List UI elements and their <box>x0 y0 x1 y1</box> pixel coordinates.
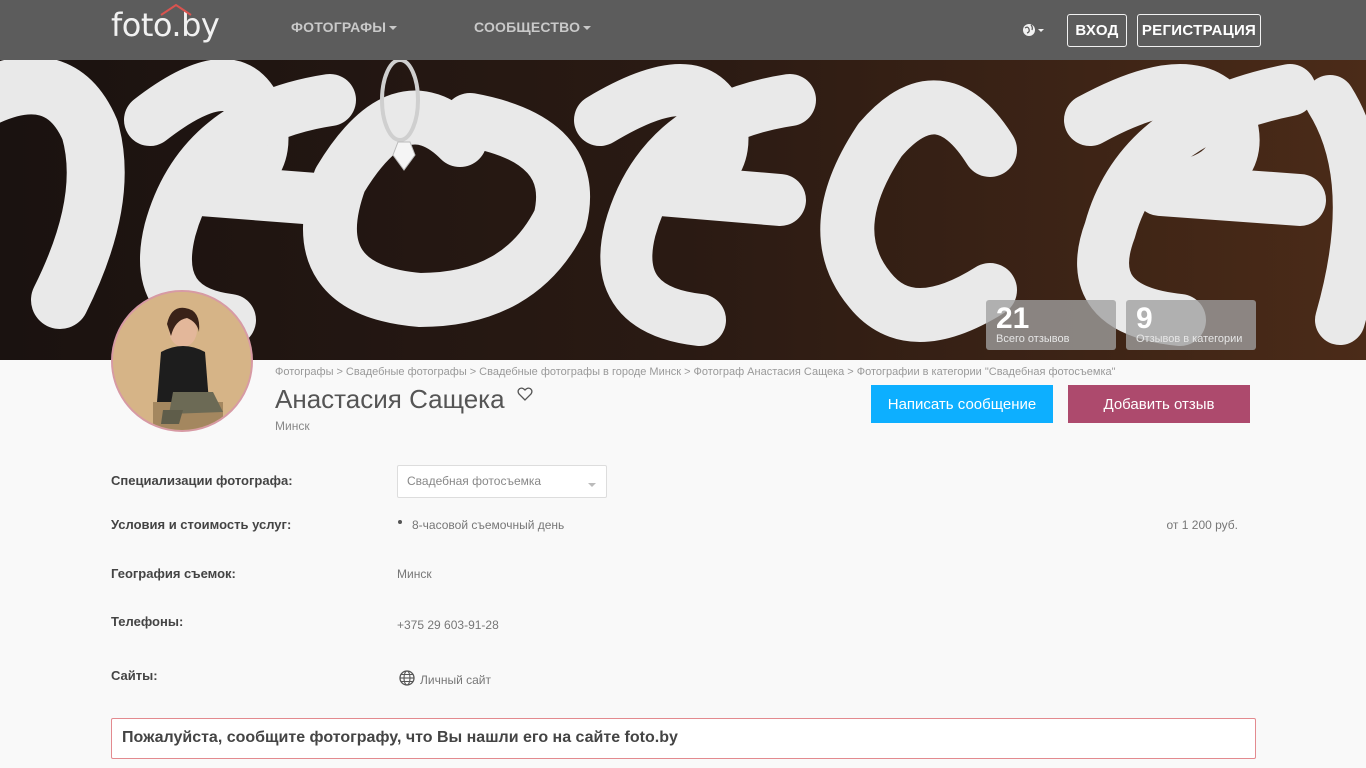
stat-total-reviews-value: 21 <box>996 302 1030 335</box>
personal-site-link[interactable]: Личный сайт <box>420 673 491 687</box>
nav-community[interactable]: СООБЩЕСТВО <box>474 19 592 35</box>
sites-label: Сайты: <box>111 668 158 683</box>
breadcrumb-separator: > <box>336 366 343 378</box>
language-globe-icon[interactable] <box>1022 21 1044 39</box>
notice-text: Пожалуйста, сообщите фотографу, что Вы н… <box>122 729 678 746</box>
geo-label: География съемок: <box>111 566 236 581</box>
terms-price: от 1 200 руб. <box>1166 518 1238 532</box>
breadcrumb-item-wedding-minsk[interactable]: Свадебные фотографы в городе Минск <box>479 366 681 378</box>
stat-total-reviews-label: Всего отзывов <box>996 333 1070 345</box>
breadcrumb-item-photographers[interactable]: Фотографы <box>275 366 333 378</box>
logo-roof-icon <box>160 4 192 16</box>
globe-icon <box>399 670 415 686</box>
add-review-button[interactable]: Добавить отзыв <box>1068 385 1250 423</box>
list-bullet <box>398 520 402 524</box>
breadcrumb-item-wedding-photographers[interactable]: Свадебные фотографы <box>346 366 467 378</box>
stat-total-reviews: 21 Всего отзывов <box>986 300 1116 350</box>
nav-photographers-label: ФОТОГРАФЫ <box>291 19 387 35</box>
photographer-name: Анастасия Сащека <box>275 384 505 414</box>
chevron-down-icon <box>389 26 398 31</box>
nav-community-label: СООБЩЕСТВО <box>474 19 581 35</box>
stat-category-reviews: 9 Отзывов в категории <box>1126 300 1256 350</box>
breadcrumb: Фотографы > Свадебные фотографы > Свадебные … <box>275 366 1116 378</box>
write-message-button[interactable]: Написать сообщение <box>871 385 1053 423</box>
register-button[interactable]: РЕГИСТРАЦИЯ <box>1137 14 1261 47</box>
chevron-down-icon <box>583 26 592 31</box>
breadcrumb-separator: > <box>469 366 477 378</box>
notice-box: Пожалуйста, сообщите фотографу, что Вы н… <box>111 718 1256 759</box>
phone-value[interactable]: +375 29 603-91-28 <box>397 618 499 632</box>
login-button[interactable]: ВХОД <box>1067 14 1127 47</box>
phones-label: Телефоны: <box>111 614 184 629</box>
favorite-heart-icon[interactable] <box>517 386 533 402</box>
breadcrumb-item-category: Фотографии в категории "Свадебная фотосъ… <box>856 366 1116 378</box>
specializations-select[interactable]: Свадебная фотосъемка <box>397 465 607 498</box>
avatar-photo <box>113 292 251 430</box>
avatar[interactable] <box>111 290 253 432</box>
breadcrumb-item-photographer[interactable]: Фотограф Анастасия Сащека <box>694 366 845 378</box>
stat-category-reviews-value: 9 <box>1136 302 1153 335</box>
specializations-label: Специализации фотографа: <box>111 473 293 488</box>
terms-label: Условия и стоимость услуг: <box>111 517 292 532</box>
geo-value: Минск <box>397 567 432 581</box>
top-navbar: foto.by ФОТОГРАФЫ СООБЩЕСТВО ВХОД РЕГИСТ… <box>0 0 1366 60</box>
stat-category-reviews-label: Отзывов в категории <box>1136 333 1243 345</box>
specializations-select-value: Свадебная фотосъемка <box>407 474 542 488</box>
nav-photographers[interactable]: ФОТОГРАФЫ <box>291 19 398 35</box>
breadcrumb-separator: > <box>847 366 854 378</box>
photographer-city: Минск <box>275 419 310 433</box>
chevron-down-icon <box>588 483 596 487</box>
terms-item: 8-часовой съемочный день <box>412 518 565 532</box>
breadcrumb-separator: > <box>684 366 691 378</box>
